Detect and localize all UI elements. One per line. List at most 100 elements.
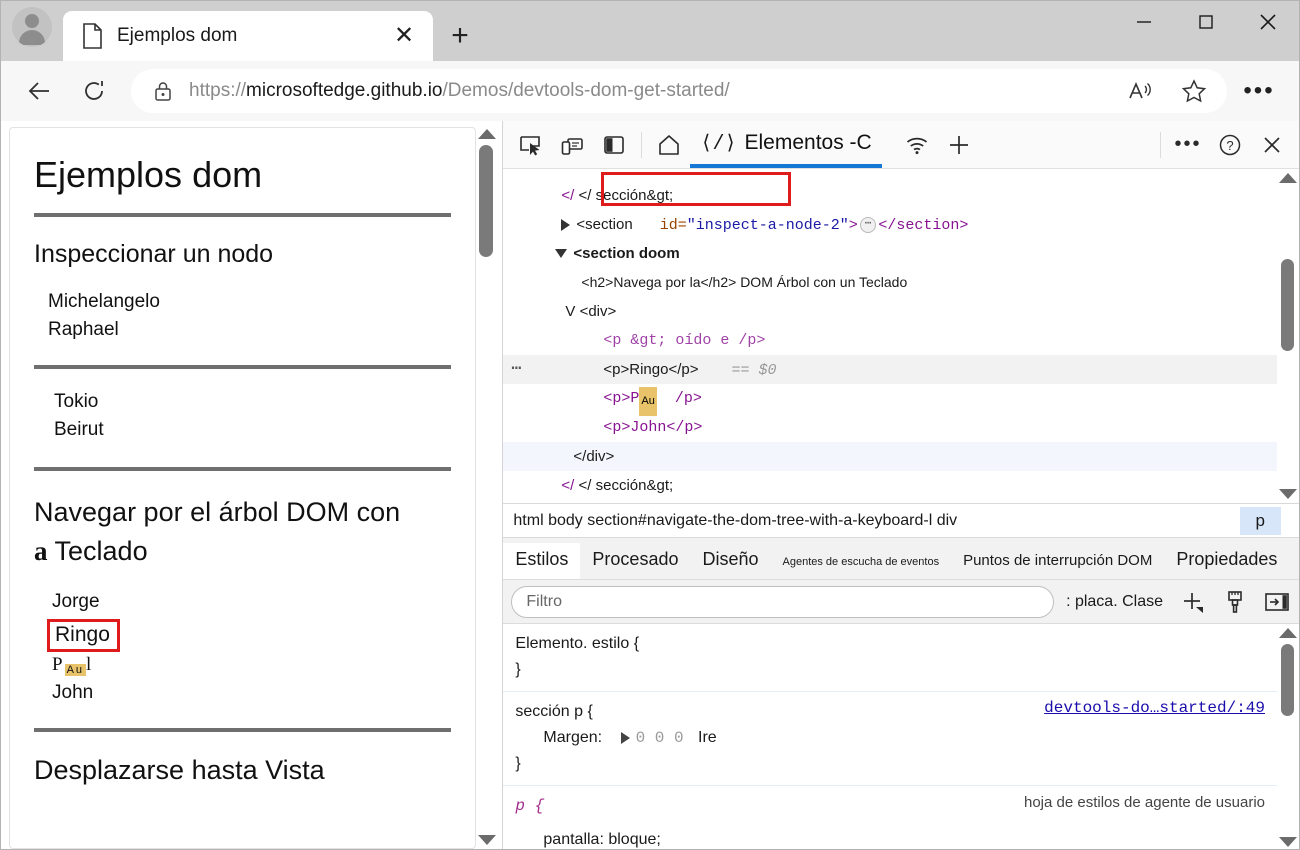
rule-declaration[interactable]: Margen: 0 0 0 Ire — [515, 725, 1265, 751]
tab-estilos[interactable]: Estilos — [503, 543, 581, 579]
row-menu-icon[interactable]: ⋯ — [511, 355, 522, 384]
reload-button[interactable] — [71, 68, 117, 114]
rule-selector[interactable]: Elemento. estilo { — [515, 631, 1265, 657]
favorite-star-icon[interactable] — [1175, 72, 1213, 110]
back-button[interactable] — [17, 68, 63, 114]
collapse-triangle-icon[interactable] — [555, 248, 568, 258]
divider — [34, 213, 452, 218]
toggle-sidebar-icon[interactable] — [1259, 586, 1295, 618]
dom-row-suffix: /p> — [674, 390, 702, 407]
highlighted-ringo[interactable]: Ringo — [47, 618, 120, 653]
dom-row[interactable]: <p>John</p> — [503, 413, 1277, 442]
style-rule-p-useragent[interactable]: p { hoja de estilos de agente de usuario… — [503, 786, 1277, 849]
dock-side-icon[interactable] — [593, 124, 635, 166]
heading-part-two: Teclado — [54, 535, 148, 566]
scrollbar-thumb[interactable] — [479, 145, 494, 257]
dom-row[interactable]: <h2>Navega por la</h2> DOM Árbol con un … — [503, 268, 1277, 297]
code-tag-icon: ⟨/⟩ — [700, 132, 737, 156]
tab-dom-breakpoints[interactable]: Puntos de interrupción DOM — [951, 546, 1164, 579]
tab-propiedades[interactable]: Propiedades — [1164, 543, 1289, 579]
scrollbar-track[interactable] — [1277, 183, 1299, 489]
expand-triangle-icon[interactable] — [561, 219, 571, 232]
toggle-pseudo-class-button[interactable]: : placa. Clase — [1060, 593, 1169, 611]
network-conditions-icon[interactable] — [896, 124, 938, 166]
styles-rules-list: Elemento. estilo { } sección p { devtool… — [503, 624, 1277, 849]
dom-row-text: </ </ sección&gt; — [561, 477, 674, 494]
close-tag: </section> — [878, 217, 969, 234]
tab-event-listeners[interactable]: Agentes de escucha de eventos — [771, 550, 952, 579]
breadcrumb-current-node[interactable]: p — [1239, 506, 1281, 535]
url-scheme: https:// — [189, 80, 247, 101]
breadcrumb-path[interactable]: html body section#navigate-the-dom-tree-… — [513, 512, 1239, 530]
minimize-button[interactable] — [1113, 1, 1175, 43]
breadcrumb[interactable]: html body section#navigate-the-dom-tree-… — [503, 504, 1299, 538]
dom-tree-scrollbar[interactable] — [1277, 169, 1299, 503]
dom-row[interactable]: <section doom — [503, 239, 1277, 268]
city-list: Tokio Beirut — [54, 391, 451, 441]
styles-scrollbar[interactable] — [1277, 624, 1299, 849]
expand-shorthand-icon[interactable] — [620, 731, 630, 744]
dom-row-text: V <div> — [565, 303, 617, 320]
au-badge: Au — [64, 664, 87, 677]
scroll-down-arrow-icon[interactable] — [1279, 837, 1297, 847]
expand-ellipsis-icon[interactable]: ⋯ — [859, 217, 877, 234]
tab-title: Ejemplos dom — [117, 25, 238, 46]
window-controls — [1113, 1, 1299, 43]
tab-diseno[interactable]: Diseño — [690, 543, 770, 579]
tab-close-icon[interactable]: ✕ — [387, 19, 421, 53]
scroll-down-arrow-icon[interactable] — [478, 835, 497, 845]
declaration-value[interactable]: 0 0 0 — [636, 729, 684, 747]
dom-row[interactable]: <p>P Au/p> — [503, 384, 1277, 416]
device-emulation-icon[interactable] — [551, 124, 593, 166]
dom-row[interactable]: </div> — [503, 442, 1277, 471]
devtools-close-icon[interactable] — [1251, 124, 1293, 166]
tab-procesado[interactable]: Procesado — [580, 543, 690, 579]
list-item: Raphael — [48, 318, 119, 340]
scroll-up-arrow-icon[interactable] — [478, 129, 497, 139]
read-aloud-icon[interactable] — [1121, 72, 1159, 110]
scrollbar-thumb[interactable] — [1281, 644, 1294, 716]
dom-row[interactable]: <section id="scroll-into-view-1">⋯</sect… — [503, 500, 1277, 503]
styles-tabs-more-icon[interactable]: ⌄ — [1289, 550, 1299, 579]
scrollbar-thumb[interactable] — [1281, 259, 1294, 351]
page-viewport: Ejemplos dom Inspeccionar un nodo Michel… — [1, 121, 504, 849]
help-icon[interactable]: ? — [1209, 124, 1251, 166]
computed-styles-brush-icon[interactable] — [1217, 586, 1253, 618]
heading-part-one: Navegar por el árbol DOM con — [34, 496, 401, 527]
dom-tree[interactable]: </div> </ </ sección&gt; <section id="in… — [503, 169, 1277, 503]
scroll-down-arrow-icon[interactable] — [1279, 489, 1297, 499]
add-panel-button[interactable] — [938, 124, 980, 166]
dom-row[interactable]: V <div> — [503, 297, 1277, 326]
dom-row-selected[interactable]: ⋯ <p>Ringo</p> == $0 — [503, 355, 1277, 384]
dom-row[interactable]: </ </ sección&gt; — [503, 181, 1277, 210]
inspect-element-icon[interactable] — [509, 124, 551, 166]
rule-source-link[interactable]: devtools-do…started/:49 — [1044, 699, 1265, 717]
page-scrollbar[interactable] — [476, 125, 499, 849]
scroll-up-arrow-icon[interactable] — [1279, 173, 1297, 183]
profile-button[interactable] — [1, 1, 63, 61]
list-item: Beirut — [54, 418, 104, 440]
new-tab-button[interactable]: + — [443, 19, 477, 53]
scrollbar-track[interactable] — [1277, 638, 1299, 837]
rule-declaration[interactable]: pantalla: bloque; — [515, 827, 1265, 849]
browser-tab[interactable]: Ejemplos dom ✕ — [63, 11, 433, 61]
style-rule-element-style[interactable]: Elemento. estilo { } — [503, 624, 1277, 692]
dom-row[interactable]: </ </ sección&gt; — [503, 471, 1277, 500]
url-bar[interactable]: https://microsoftedge.github.io/Demos/de… — [131, 69, 1227, 113]
browser-settings-button[interactable]: ••• — [1235, 69, 1283, 113]
tab-elementos[interactable]: ⟨/⟩ Elementos -C — [690, 122, 882, 168]
scrollbar-track[interactable] — [476, 139, 498, 835]
devtools-more-button[interactable]: ••• — [1167, 124, 1209, 166]
scroll-up-arrow-icon[interactable] — [1279, 628, 1297, 638]
home-icon[interactable] — [648, 124, 690, 166]
close-button[interactable] — [1237, 1, 1299, 43]
dom-row[interactable]: <p &gt; oído e /p> — [503, 326, 1277, 355]
filter-input[interactable]: Filtro — [511, 585, 1055, 618]
style-rule-section-p[interactable]: sección p { devtools-do…started/:49 Marg… — [503, 692, 1277, 786]
dom-row-text: <p>John</p> — [603, 419, 703, 436]
dom-row[interactable]: </div> — [503, 169, 1277, 181]
maximize-button[interactable] — [1175, 1, 1237, 43]
dom-row[interactable]: <section id="inspect-a-node-2"> ⋯ </sectio… — [503, 210, 1277, 239]
page-title: Ejemplos dom — [34, 154, 263, 195]
add-new-rule-icon[interactable] — [1175, 586, 1211, 618]
